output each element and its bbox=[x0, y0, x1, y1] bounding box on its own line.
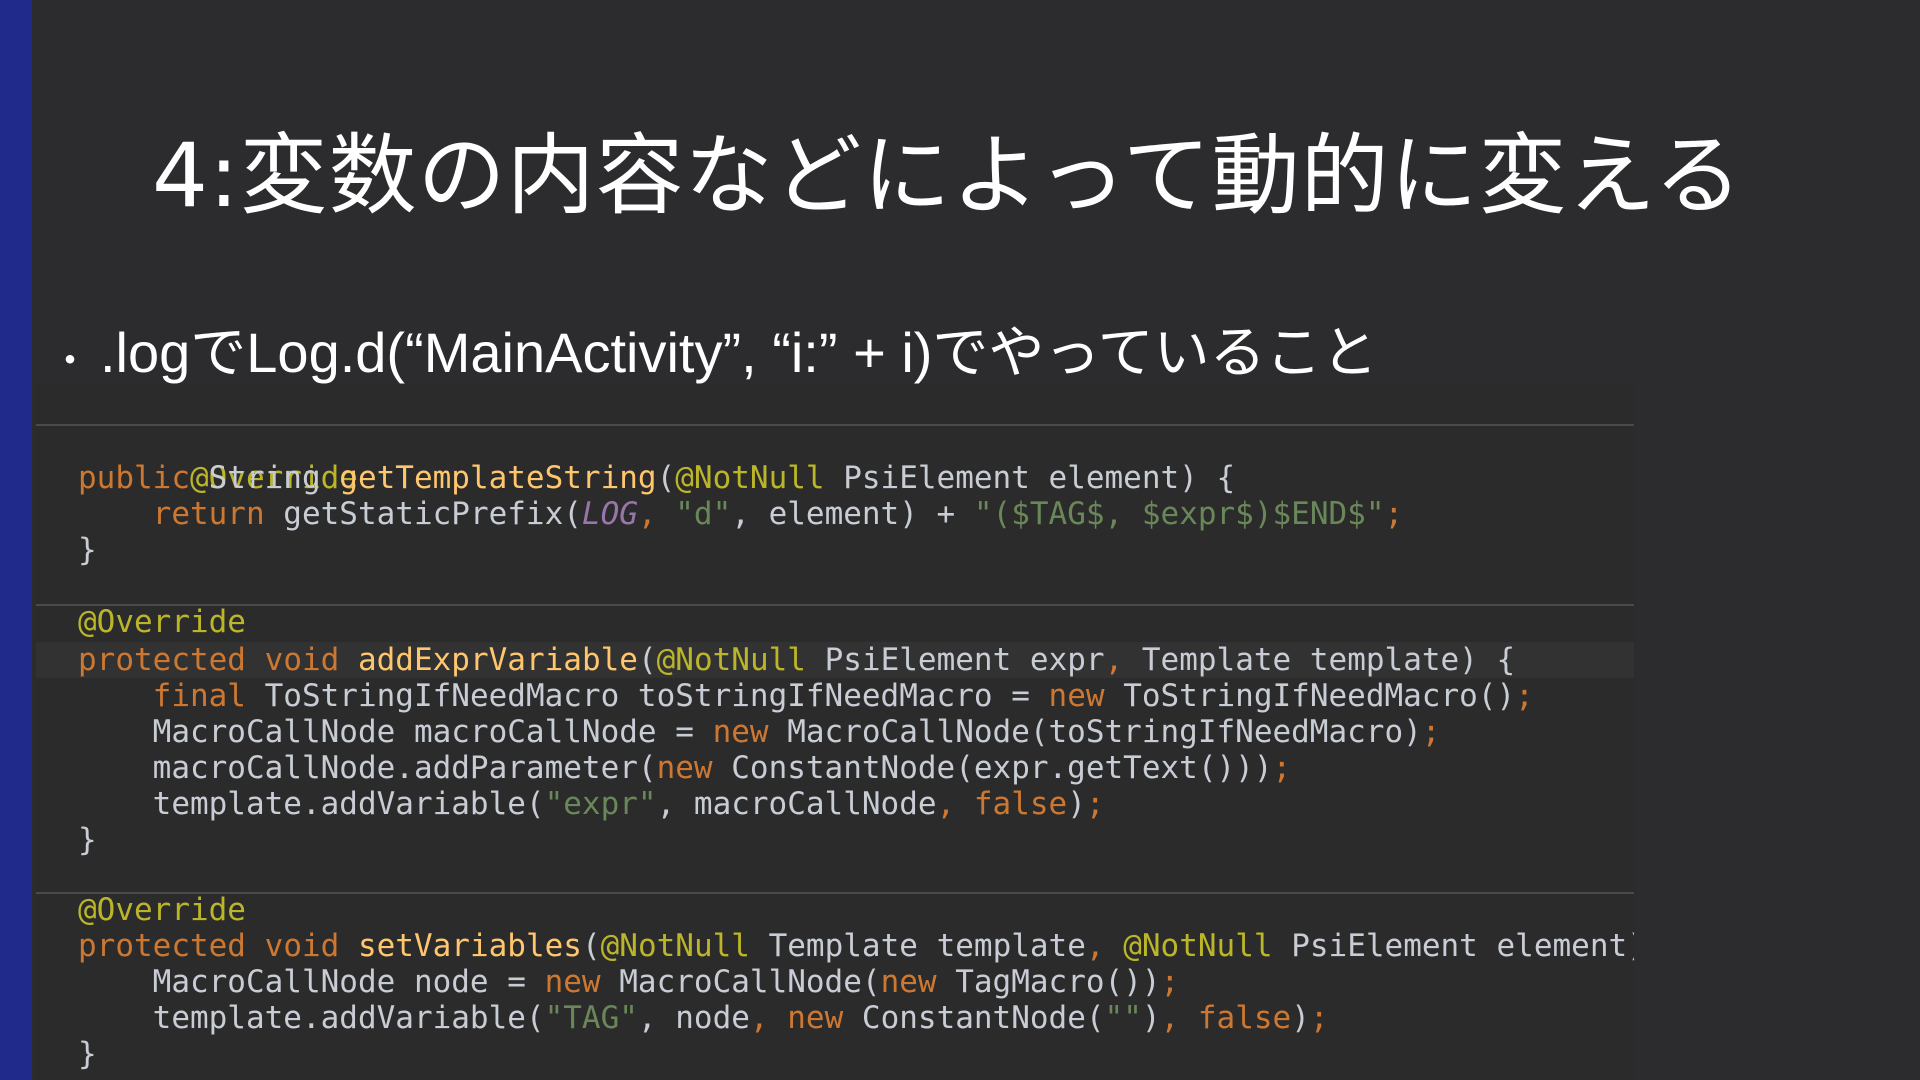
code-editor: @Override public String getTemplateStrin… bbox=[36, 384, 1634, 1080]
code-line: MacroCallNode macroCallNode = new MacroC… bbox=[78, 714, 1441, 750]
method-separator bbox=[36, 892, 1634, 894]
code-line: public String getTemplateString(@NotNull… bbox=[78, 460, 1236, 496]
code-line: final ToStringIfNeedMacro toStringIfNeed… bbox=[152, 678, 1534, 714]
code-line: @Override bbox=[78, 604, 246, 640]
code-line: return getStaticPrefix(LOG, "d", element… bbox=[152, 496, 1404, 532]
slide-title: 4:変数の内容などによって動的に変える bbox=[152, 124, 1743, 227]
bullet-dot: ・ bbox=[50, 339, 90, 384]
code-line: protected void setVariables(@NotNull Tem… bbox=[78, 928, 1634, 964]
code-line: } bbox=[78, 1036, 97, 1072]
code-line: protected void addExprVariable(@NotNull … bbox=[78, 642, 1516, 678]
code-line: MacroCallNode node = new MacroCallNode(n… bbox=[78, 964, 1180, 1000]
code-line: } bbox=[78, 532, 97, 568]
code-line: } bbox=[78, 822, 97, 858]
method-separator bbox=[36, 604, 1634, 606]
code-line: template.addVariable("TAG", node, new Co… bbox=[78, 1000, 1329, 1036]
code-line: @Override bbox=[189, 460, 358, 496]
accent-bar bbox=[0, 0, 32, 1080]
code-line: macroCallNode.addParameter(new ConstantN… bbox=[78, 750, 1292, 786]
bullet-item: ・ .logでLog.d(“MainActivity”, “i:” + i)でやっ… bbox=[50, 308, 1378, 389]
code-line: @Override bbox=[78, 892, 246, 928]
code-line: template.addVariable("expr", macroCallNo… bbox=[78, 786, 1105, 822]
bullet-text: .logでLog.d(“MainActivity”, “i:” + i)でやって… bbox=[100, 321, 1378, 384]
slide: 4:変数の内容などによって動的に変える ・ .logでLog.d(“MainAct… bbox=[0, 0, 1920, 1080]
